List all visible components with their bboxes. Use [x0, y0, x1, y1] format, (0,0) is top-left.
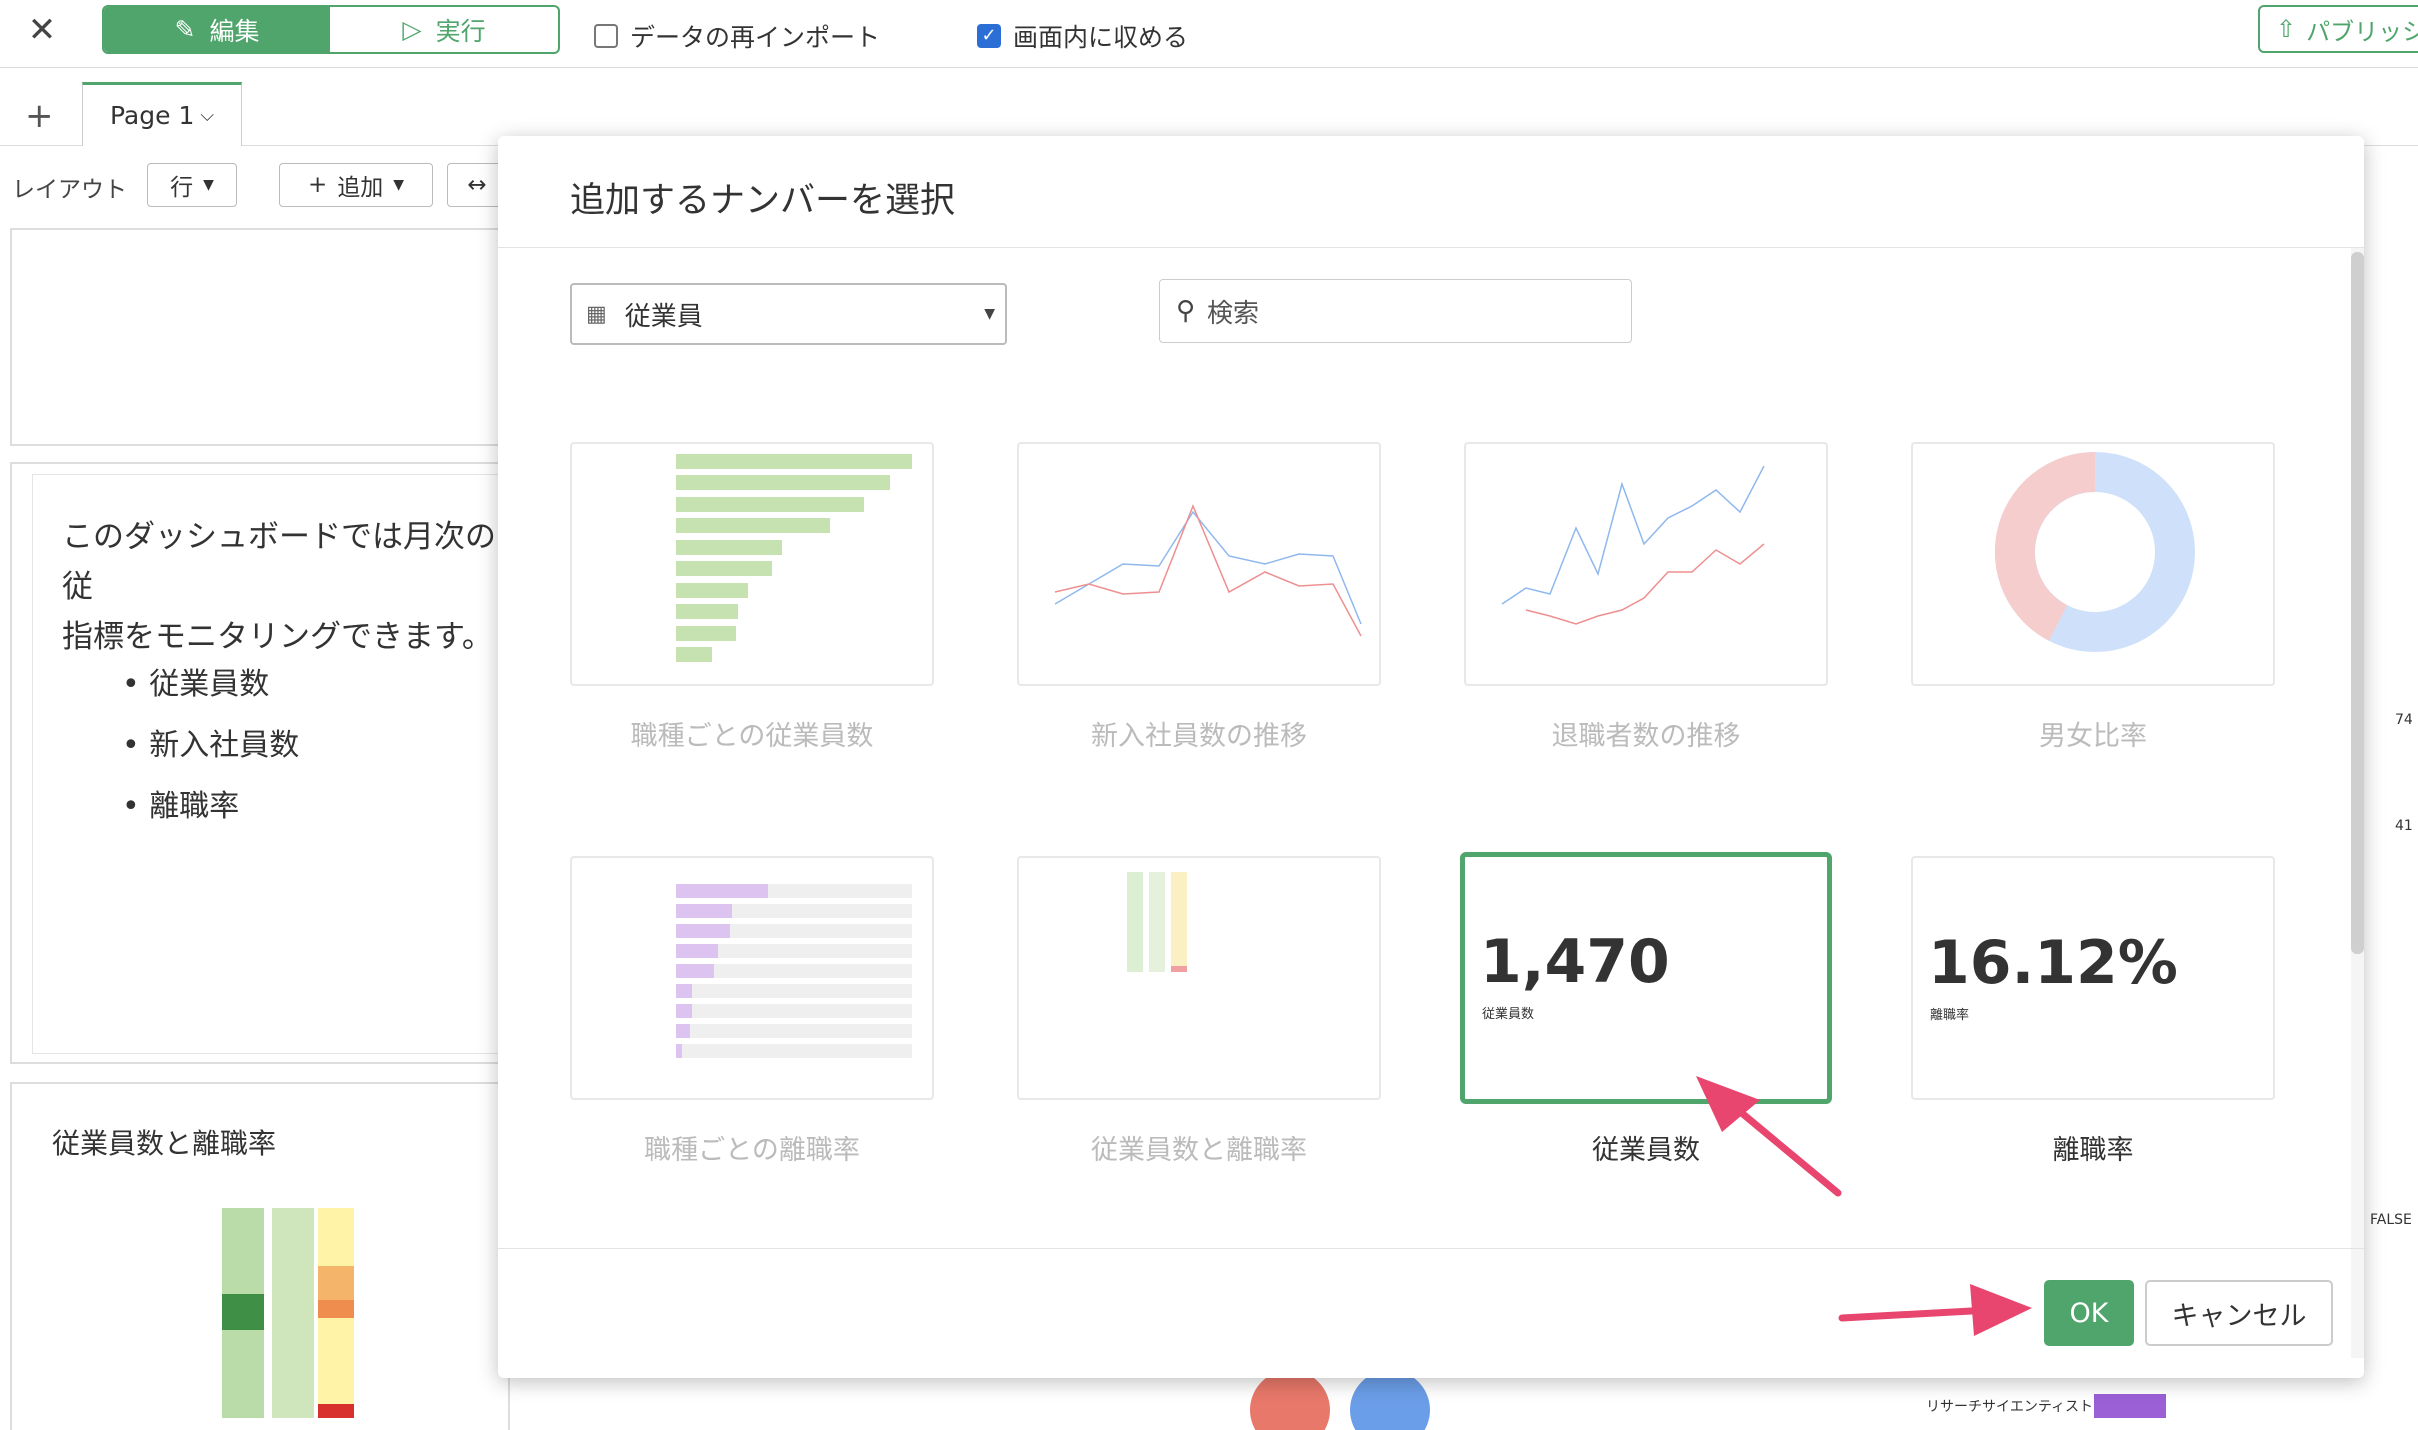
- arrow-head-icon: [1970, 1284, 2032, 1336]
- arrow-to-ok: [1838, 1306, 1994, 1322]
- annotation-arrows: [1696, 1076, 2032, 1336]
